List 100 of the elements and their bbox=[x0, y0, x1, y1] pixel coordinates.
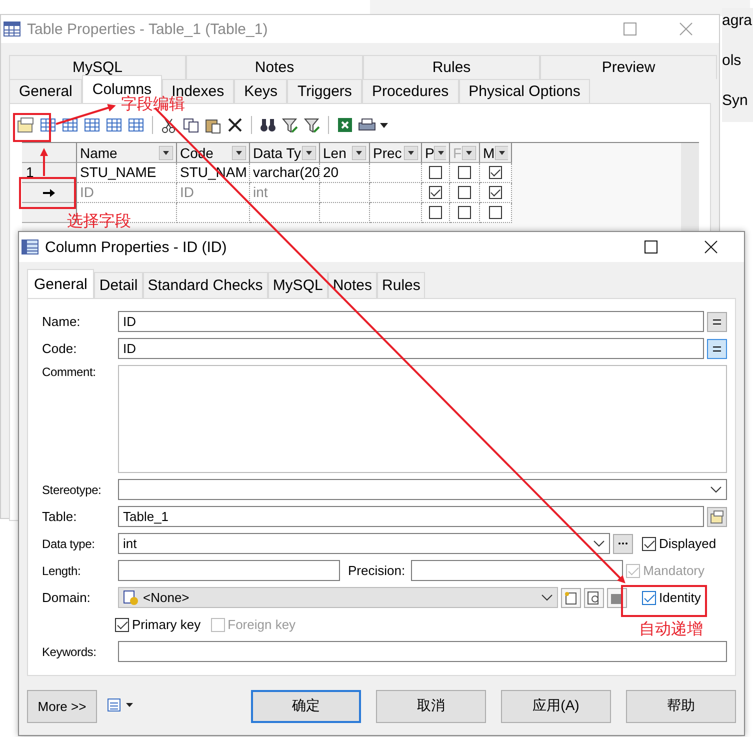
dropdown-icon[interactable] bbox=[352, 146, 366, 160]
tab[interactable]: Procedures bbox=[362, 79, 459, 103]
filter-icon[interactable] bbox=[280, 116, 300, 134]
column-header[interactable]: P bbox=[422, 143, 450, 163]
domain-dropdown[interactable]: <None> bbox=[118, 587, 558, 608]
tab[interactable]: Rules bbox=[377, 272, 426, 298]
column-header[interactable]: Prec bbox=[370, 143, 422, 163]
arrow bbox=[56, 104, 116, 125]
annotation-text: 选择字段 bbox=[67, 212, 131, 232]
filter-icon[interactable] bbox=[302, 116, 322, 134]
arrow bbox=[40, 148, 48, 176]
checkbox[interactable] bbox=[489, 166, 502, 179]
keywords-field[interactable] bbox=[118, 641, 727, 662]
chevron-down-icon bbox=[541, 594, 553, 602]
close-icon[interactable] bbox=[704, 240, 718, 254]
dialog-button[interactable]: 帮助 bbox=[626, 690, 736, 722]
table-field[interactable]: Table_1 bbox=[118, 506, 704, 527]
dropdown-icon[interactable] bbox=[494, 146, 508, 160]
dropdown-icon[interactable] bbox=[159, 146, 173, 160]
dialog-button[interactable]: 应用(A) bbox=[501, 690, 611, 722]
column-header[interactable]: Data Ty bbox=[250, 143, 320, 163]
dropdown-icon[interactable] bbox=[404, 146, 418, 160]
tab[interactable]: MySQL bbox=[9, 55, 186, 79]
column-header[interactable]: Name bbox=[77, 143, 177, 163]
identity-checkbox[interactable]: Identity bbox=[642, 590, 701, 605]
dropdown-icon[interactable] bbox=[462, 146, 476, 160]
tab[interactable]: General bbox=[9, 79, 82, 103]
equals-button[interactable] bbox=[707, 312, 727, 332]
checkbox[interactable] bbox=[429, 166, 442, 179]
checkbox[interactable] bbox=[489, 186, 502, 199]
tab[interactable]: Detail bbox=[94, 272, 143, 298]
checkbox[interactable] bbox=[429, 206, 442, 219]
stereotype-dropdown[interactable] bbox=[118, 479, 727, 500]
tab[interactable]: MySQL bbox=[268, 272, 328, 298]
maximize-icon[interactable] bbox=[644, 240, 658, 254]
table-icon[interactable] bbox=[82, 116, 102, 134]
properties-button[interactable] bbox=[707, 506, 727, 526]
tab[interactable]: Triggers bbox=[287, 79, 362, 103]
checkbox[interactable] bbox=[458, 166, 471, 179]
dialog-button[interactable]: 确定 bbox=[251, 690, 361, 722]
dialog-button[interactable]: 取消 bbox=[376, 690, 486, 722]
table-cell bbox=[320, 203, 370, 223]
table-cell: ID bbox=[77, 183, 177, 203]
window-title: Column Properties - ID (ID) bbox=[45, 238, 227, 256]
data-type-dropdown[interactable]: int bbox=[118, 533, 610, 554]
field-label: Data type: bbox=[42, 536, 96, 550]
field-label: Keywords: bbox=[42, 644, 98, 658]
dropdown-icon[interactable] bbox=[232, 146, 246, 160]
equals-icon bbox=[713, 318, 721, 324]
length-field[interactable] bbox=[118, 560, 340, 581]
table-cell: 20 bbox=[320, 163, 370, 183]
panel-text: ols bbox=[722, 52, 742, 70]
more-button[interactable]: More >> bbox=[27, 690, 97, 722]
properties-button[interactable] bbox=[584, 588, 604, 608]
equals-button[interactable] bbox=[707, 338, 727, 358]
tab[interactable]: Keys bbox=[234, 79, 288, 103]
field-label: Name: bbox=[42, 314, 82, 329]
field-label: Table: bbox=[42, 509, 78, 524]
tab[interactable]: Preview bbox=[540, 55, 717, 79]
dropdown-icon[interactable] bbox=[302, 146, 316, 160]
table-cell: int bbox=[250, 183, 320, 203]
column-header[interactable]: M bbox=[480, 143, 512, 163]
chevron-down-icon bbox=[710, 486, 722, 494]
checkbox[interactable] bbox=[429, 186, 442, 199]
chevron-down-icon bbox=[593, 540, 605, 548]
row-header[interactable] bbox=[22, 183, 77, 203]
panel-text: Syn bbox=[722, 92, 749, 110]
tab[interactable]: Physical Options bbox=[458, 79, 590, 103]
copy-icon[interactable] bbox=[181, 116, 201, 134]
spreadsheet-icon[interactable] bbox=[335, 116, 355, 134]
field-label: Stereotype: bbox=[42, 482, 102, 496]
precision-field[interactable] bbox=[411, 560, 624, 581]
properties-icon[interactable] bbox=[16, 116, 36, 134]
dropdown-icon[interactable] bbox=[434, 146, 446, 160]
name-field[interactable]: ID bbox=[118, 311, 704, 332]
printer-icon bbox=[107, 697, 135, 713]
comment-field[interactable] bbox=[118, 365, 727, 473]
checkbox[interactable] bbox=[458, 186, 471, 199]
checkbox[interactable] bbox=[489, 206, 502, 219]
table-icon[interactable] bbox=[104, 116, 124, 134]
table-cell bbox=[250, 203, 320, 223]
code-field[interactable]: ID bbox=[118, 338, 704, 359]
primary-key-checkbox[interactable]: Primary key bbox=[115, 617, 201, 632]
table-icon bbox=[21, 239, 39, 255]
binoculars-icon[interactable] bbox=[258, 116, 278, 134]
table-cell: STU_NAME bbox=[77, 163, 177, 183]
checkbox[interactable] bbox=[458, 206, 471, 219]
new-button[interactable] bbox=[561, 588, 581, 608]
table-cell bbox=[320, 183, 370, 203]
displayed-checkbox[interactable]: Displayed bbox=[642, 536, 716, 551]
browse-button[interactable] bbox=[613, 534, 633, 554]
tab[interactable]: General bbox=[27, 269, 94, 298]
field-label: Comment: bbox=[42, 365, 97, 379]
new-document-icon bbox=[564, 590, 578, 604]
column-header[interactable]: Len bbox=[320, 143, 370, 163]
tab[interactable]: Standard Checks bbox=[142, 272, 268, 298]
tab[interactable]: Notes bbox=[186, 55, 363, 79]
table-icon[interactable] bbox=[126, 116, 146, 134]
tab[interactable]: Rules bbox=[363, 55, 540, 79]
tab[interactable]: Notes bbox=[328, 272, 378, 298]
